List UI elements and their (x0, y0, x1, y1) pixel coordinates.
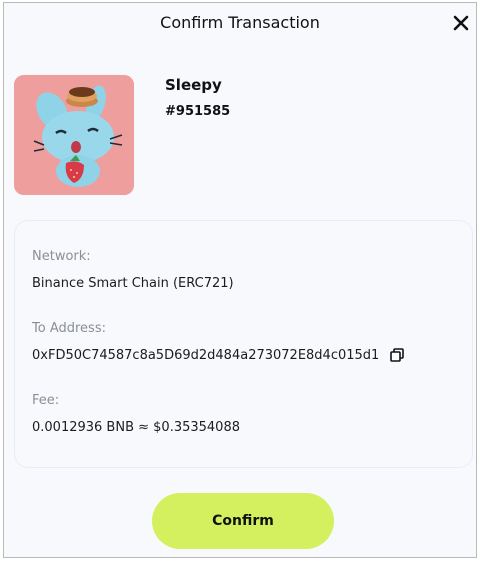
nft-image (14, 75, 134, 195)
confirm-button[interactable]: Confirm (152, 493, 334, 549)
nft-name: Sleepy (165, 76, 222, 94)
close-icon[interactable] (452, 14, 470, 32)
fee-label: Fee: (32, 393, 60, 408)
dialog-title: Confirm Transaction (160, 13, 320, 32)
transaction-details-panel: Network: Binance Smart Chain (ERC721) To… (14, 220, 473, 468)
fee-value: 0.0012936 BNB ≈ $0.35354088 (32, 420, 240, 435)
confirm-transaction-dialog: Confirm Transaction Sleepy #951585 Netwo… (3, 2, 477, 558)
network-label: Network: (32, 249, 91, 264)
network-value: Binance Smart Chain (ERC721) (32, 276, 234, 291)
copy-icon[interactable] (390, 348, 404, 362)
to-address-label: To Address: (32, 321, 106, 336)
to-address-value: 0xFD50C74587c8a5D69d2d484a273072E8d4c015… (32, 348, 380, 363)
nft-token-id: #951585 (165, 104, 231, 119)
sleepy-bunny-illustration (14, 75, 134, 195)
